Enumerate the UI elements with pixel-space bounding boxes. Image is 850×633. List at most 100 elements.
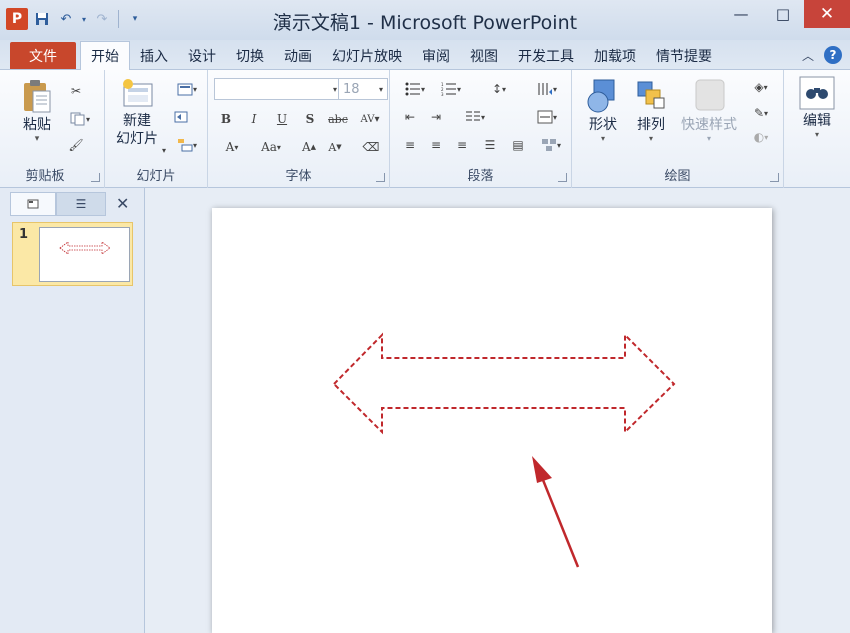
- editing-button[interactable]: 编辑 ▾: [792, 76, 842, 139]
- layout-icon[interactable]: ▾: [171, 80, 203, 98]
- ribbon-tabs: 文件 开始 插入 设计 切换 动画 幻灯片放映 审阅 视图 开发工具 加载项 情…: [0, 40, 850, 70]
- change-case-icon[interactable]: Aa ▾: [254, 138, 288, 156]
- distributed-icon[interactable]: ▤: [508, 136, 528, 154]
- tab-design[interactable]: 设计: [178, 42, 226, 69]
- slide-thumbnail-selected[interactable]: 1: [12, 222, 133, 286]
- tab-addins[interactable]: 加载项: [584, 42, 646, 69]
- convert-smartart-icon[interactable]: ▾: [536, 136, 566, 154]
- strikethrough-icon[interactable]: abc: [326, 110, 350, 128]
- format-painter-icon[interactable]: 🖌: [66, 136, 86, 154]
- minimize-button[interactable]: —: [720, 0, 762, 28]
- tab-view[interactable]: 视图: [460, 42, 508, 69]
- italic-icon[interactable]: I: [244, 110, 264, 128]
- paste-dropdown-icon[interactable]: ▾: [35, 134, 40, 144]
- font-color-icon[interactable]: A ▾: [216, 138, 248, 156]
- tab-animations[interactable]: 动画: [274, 42, 322, 69]
- tab-review[interactable]: 审阅: [412, 42, 460, 69]
- tab-developer[interactable]: 开发工具: [508, 42, 584, 69]
- align-right-icon[interactable]: ≡: [452, 136, 472, 154]
- group-paragraph: ▾ 1 2 3 ▾ ↕ ▾ ▾ ⇤ ⇥ ▾ ▾ ≡ ≡ ≡ ☰ ▤ ▾ 段落: [390, 70, 572, 188]
- arrange-dropdown-icon[interactable]: ▾: [649, 134, 653, 143]
- shape-effects-icon[interactable]: ◐ ▾: [744, 128, 778, 146]
- reset-icon[interactable]: [171, 108, 191, 126]
- slides-tab-icon[interactable]: [10, 192, 56, 216]
- font-name-dropdown[interactable]: ▾: [214, 78, 342, 100]
- close-button[interactable]: ✕: [804, 0, 850, 28]
- shapes-button[interactable]: 形状 ▾: [580, 78, 626, 143]
- section-icon[interactable]: ▾: [171, 136, 203, 154]
- font-launcher-icon[interactable]: [376, 173, 385, 182]
- shapes-label: 形状: [589, 117, 617, 133]
- align-left-icon[interactable]: ≡: [400, 136, 420, 154]
- group-label-drawing: 绘图: [664, 169, 691, 184]
- minimize-ribbon-icon[interactable]: ︿: [802, 47, 814, 64]
- tab-transitions[interactable]: 切换: [226, 42, 274, 69]
- group-label-paragraph: 段落: [467, 169, 494, 184]
- quick-styles-dropdown-icon[interactable]: ▾: [707, 134, 711, 143]
- font-name-chevron-icon: ▾: [332, 84, 337, 94]
- quick-styles-button[interactable]: 快速样式 ▾: [676, 78, 742, 143]
- shape-fill-icon[interactable]: ◈ ▾: [744, 78, 778, 96]
- character-spacing-icon[interactable]: AV▾: [356, 110, 384, 128]
- tab-insert[interactable]: 插入: [130, 42, 178, 69]
- slide-canvas[interactable]: [212, 208, 772, 633]
- thumbnail-arrow-shape: [59, 241, 111, 255]
- close-panel-icon[interactable]: ✕: [116, 194, 129, 213]
- copy-icon[interactable]: ▾: [66, 110, 94, 128]
- slide-thumbnail[interactable]: [39, 227, 130, 282]
- underline-icon[interactable]: U: [272, 110, 292, 128]
- quick-styles-icon: [695, 79, 725, 111]
- numbering-icon[interactable]: 1 2 3 ▾: [436, 80, 466, 98]
- shrink-font-icon[interactable]: A ▼: [324, 138, 346, 156]
- bold-icon[interactable]: B: [216, 110, 236, 128]
- help-icon[interactable]: ?: [824, 46, 842, 64]
- title-bar: P ↶ ▾ ↷ ▾ 演示文稿1 - Microsoft PowerPoint —…: [0, 0, 850, 40]
- ribbon: 粘贴 ▾ ✂ ▾ 🖌 剪贴板 新建 幻灯片 ▾ ▾ ▾ 幻灯片 ▾ 18 ▾ B…: [0, 70, 850, 188]
- group-drawing: 形状 ▾ 排列 ▾ 快速样式 ▾ ◈ ▾ ✎ ▾ ◐ ▾ 绘图: [572, 70, 784, 188]
- pointer-arrow-icon: [532, 456, 580, 568]
- outline-tab-icon[interactable]: ☰: [56, 192, 106, 216]
- arrange-button[interactable]: 排列 ▾: [628, 78, 674, 143]
- decrease-indent-icon[interactable]: ⇤: [400, 108, 420, 126]
- bullets-icon[interactable]: ▾: [400, 80, 430, 98]
- increase-indent-icon[interactable]: ⇥: [426, 108, 446, 126]
- tab-file[interactable]: 文件: [10, 42, 76, 69]
- slide-editor: [145, 188, 850, 633]
- paste-label: 粘贴: [23, 117, 51, 133]
- group-label-font: 字体: [285, 169, 312, 184]
- paste-icon: [24, 80, 51, 113]
- paragraph-launcher-icon[interactable]: [558, 173, 567, 182]
- shapes-icon: [587, 79, 615, 113]
- justify-icon[interactable]: ☰: [480, 136, 500, 154]
- maximize-button[interactable]: □: [762, 0, 804, 28]
- group-label-clipboard: 剪贴板: [25, 169, 65, 184]
- line-spacing-icon[interactable]: ↕ ▾: [484, 80, 514, 98]
- drawing-launcher-icon[interactable]: [770, 173, 779, 182]
- tab-home[interactable]: 开始: [80, 41, 130, 70]
- align-text-icon[interactable]: ▾: [532, 108, 562, 126]
- font-size-dropdown[interactable]: 18 ▾: [338, 78, 388, 100]
- columns-icon[interactable]: ▾: [460, 108, 490, 126]
- shape-outline-icon[interactable]: ✎ ▾: [744, 104, 778, 122]
- tab-slideshow[interactable]: 幻灯片放映: [322, 42, 412, 69]
- shapes-dropdown-icon[interactable]: ▾: [601, 134, 605, 143]
- svg-text:3: 3: [441, 92, 444, 96]
- font-size-value: 18: [343, 81, 360, 97]
- text-direction-icon[interactable]: ▾: [532, 80, 562, 98]
- text-shadow-icon[interactable]: S: [300, 110, 320, 128]
- new-slide-button[interactable]: 新建 幻灯片: [109, 78, 165, 148]
- tab-storyboard[interactable]: 情节提要: [646, 42, 722, 69]
- new-slide-icon: [123, 79, 153, 107]
- cut-icon[interactable]: ✂: [66, 82, 86, 100]
- align-center-icon[interactable]: ≡: [426, 136, 446, 154]
- left-right-arrow-shape[interactable]: [332, 332, 676, 435]
- paste-button[interactable]: 粘贴 ▾: [12, 78, 62, 144]
- group-clipboard: 粘贴 ▾ ✂ ▾ 🖌 剪贴板: [0, 70, 105, 188]
- editing-dropdown-icon[interactable]: ▾: [815, 130, 819, 139]
- grow-font-icon[interactable]: A ▲: [298, 138, 320, 156]
- group-label-slides: 幻灯片: [136, 169, 176, 184]
- clipboard-launcher-icon[interactable]: [91, 173, 100, 182]
- clear-formatting-icon[interactable]: ⌫: [360, 138, 382, 156]
- new-slide-dropdown-icon[interactable]: ▾: [159, 144, 169, 156]
- quick-styles-label: 快速样式: [681, 117, 737, 133]
